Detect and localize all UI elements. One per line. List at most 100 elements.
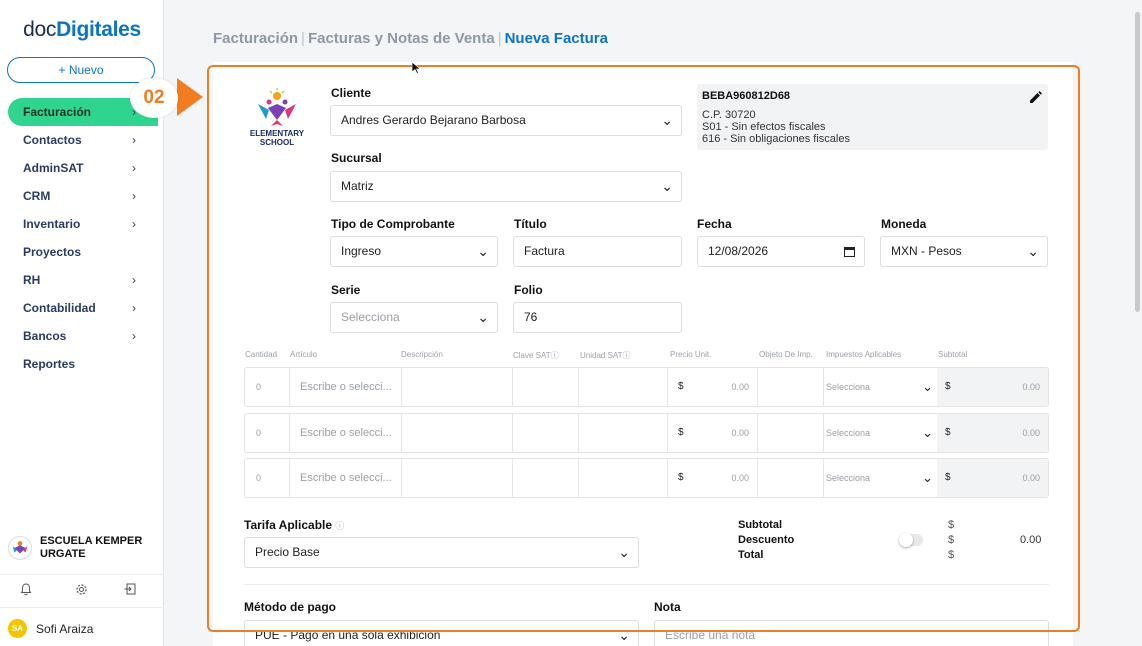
cantidad-input[interactable]: 0 — [245, 368, 290, 406]
precio-unit-input[interactable]: $0.00 — [668, 368, 758, 406]
column-header-text: Unidad SAT — [580, 351, 623, 360]
table-cell-input[interactable] — [758, 459, 824, 497]
table-cell-input[interactable] — [513, 414, 579, 452]
articulo-input[interactable]: Escribe o selecci... — [290, 459, 402, 497]
company-logo-icon — [8, 536, 32, 560]
chevron-right-icon: › — [132, 189, 136, 203]
column-header-art-culo: Artículo — [290, 350, 317, 359]
sidebar-item-adminsat[interactable]: AdminSAT › — [0, 154, 164, 182]
precio-unit-input[interactable]: $0.00 — [668, 414, 758, 452]
table-cell-input[interactable] — [758, 368, 824, 406]
app-logo[interactable]: docDigitales — [0, 18, 164, 42]
chevron-down-icon: ⌄ — [922, 425, 933, 440]
sidebar-item-proyectos[interactable]: Proyectos — [0, 238, 164, 266]
chevron-right-icon: › — [132, 133, 136, 147]
sucursal-select[interactable]: Matriz ⌄ — [330, 171, 682, 202]
sidebar-item-label: AdminSAT — [23, 161, 84, 175]
table-cell-input[interactable] — [402, 459, 513, 497]
tarifa-select[interactable]: Precio Base ⌄ — [244, 537, 639, 568]
table-cell-input[interactable] — [579, 414, 668, 452]
metodo-pago-label: Método de pago — [244, 600, 336, 614]
chevron-right-icon: › — [132, 161, 136, 175]
currency-symbol: $ — [945, 381, 951, 392]
moneda-select[interactable]: MXN - Pesos ⌄ — [880, 236, 1048, 267]
breadcrumb-facturacion[interactable]: Facturación — [213, 30, 298, 47]
gear-icon[interactable] — [75, 583, 88, 599]
metodo-pago-select[interactable]: PUE - Pago en una sola exhibición ⌄ — [244, 620, 639, 646]
sidebar-item-crm[interactable]: CRM › — [0, 182, 164, 210]
serie-label: Serie — [331, 283, 361, 297]
info-icon[interactable]: ⓘ — [623, 351, 631, 360]
sidebar-item-bancos[interactable]: Bancos › — [0, 322, 164, 350]
titulo-input[interactable]: Factura — [513, 236, 682, 267]
column-header-objeto-de-imp-: Objeto De Imp. — [759, 350, 813, 359]
serie-select[interactable]: Selecciona ⌄ — [330, 302, 498, 333]
tarifa-value: Precio Base — [255, 545, 320, 559]
nota-input[interactable]: Escribe una nota — [654, 620, 1049, 646]
cliente-select[interactable]: Andres Gerardo Bejarano Barbosa ⌄ — [330, 105, 682, 136]
currency-symbol: $ — [678, 472, 684, 483]
articulo-input[interactable]: Escribe o selecci... — [290, 368, 402, 406]
chevron-down-icon: ⌄ — [1027, 243, 1039, 259]
sidebar-item-inventario[interactable]: Inventario › — [0, 210, 164, 238]
subtotal-value: 0.00 — [1022, 473, 1040, 483]
cantidad-input[interactable]: 0 — [245, 459, 290, 497]
subtotal-cell: $0.00 — [937, 459, 1048, 497]
scrollbar-thumb[interactable] — [1135, 12, 1140, 312]
client-fiscal-info: BEBA960812D68 C.P. 30720 S01 - Sin efect… — [697, 84, 1048, 150]
logo-text-doc: doc — [23, 18, 57, 41]
folio-input[interactable]: 76 — [513, 302, 682, 333]
subtotal-cell: $0.00 — [937, 368, 1048, 406]
fecha-input[interactable]: 12/08/2026 — [697, 236, 865, 267]
info-icon[interactable]: ⓘ — [335, 521, 344, 531]
client-cp: C.P. 30720 — [702, 109, 756, 121]
info-icon[interactable]: ⓘ — [551, 351, 559, 360]
client-regimen-1: S01 - Sin efectos fiscales — [702, 121, 826, 133]
calendar-icon[interactable] — [844, 246, 855, 257]
cantidad-value: 0 — [256, 382, 262, 392]
table-cell-input[interactable] — [402, 368, 513, 406]
company-selector[interactable]: ESCUELA KEMPER URGATE — [8, 532, 158, 566]
user-profile[interactable]: SA Sofi Araiza — [8, 618, 158, 640]
chevron-down-icon: ⌄ — [618, 544, 630, 560]
table-cell-input[interactable] — [513, 368, 579, 406]
table-cell-input[interactable] — [758, 414, 824, 452]
breadcrumb-separator: | — [301, 30, 305, 47]
sidebar-item-contactos[interactable]: Contactos › — [0, 126, 164, 154]
sidebar-item-contabilidad[interactable]: Contabilidad › — [0, 294, 164, 322]
descuento-toggle[interactable] — [899, 533, 923, 547]
table-cell-input[interactable] — [579, 368, 668, 406]
new-button[interactable]: + Nuevo — [7, 57, 155, 83]
pencil-icon[interactable] — [1027, 90, 1043, 106]
sidebar-item-reportes[interactable]: Reportes — [0, 350, 164, 378]
sidebar-toolbar — [0, 574, 164, 608]
currency-symbol: $ — [945, 472, 951, 483]
table-cell-input[interactable] — [513, 459, 579, 497]
articulo-input[interactable]: Escribe o selecci... — [290, 414, 402, 452]
sidebar-nav: Facturación › Contactos › AdminSAT › CRM › Inven… — [0, 98, 164, 378]
sidebar-item-rh[interactable]: RH › — [0, 266, 164, 294]
cantidad-input[interactable]: 0 — [245, 414, 290, 452]
chevron-down-icon: ⌄ — [661, 178, 673, 194]
precio-value: 0.00 — [731, 382, 749, 392]
table-cell-input[interactable] — [579, 459, 668, 497]
tipo-select[interactable]: Ingreso ⌄ — [330, 236, 498, 267]
page-scrollbar[interactable] — [1133, 0, 1142, 646]
impuestos-select[interactable]: Selecciona ⌄ — [824, 414, 937, 452]
table-cell-input[interactable] — [402, 414, 513, 452]
impuestos-select[interactable]: Selecciona ⌄ — [824, 459, 937, 497]
fecha-label: Fecha — [697, 217, 732, 231]
company-name: ESCUELA KEMPER URGATE — [40, 535, 143, 560]
impuestos-placeholder: Selecciona — [826, 473, 871, 483]
bell-icon[interactable] — [20, 583, 32, 599]
breadcrumb-facturas[interactable]: Facturas y Notas de Venta — [308, 30, 495, 47]
logout-icon[interactable] — [124, 583, 136, 598]
precio-unit-input[interactable]: $0.00 — [668, 459, 758, 497]
currency-symbol: $ — [678, 381, 684, 392]
impuestos-select[interactable]: Selecciona ⌄ — [824, 368, 937, 406]
school-logo-icon: ELEMENTARY SCHOOL — [246, 88, 308, 150]
nota-placeholder: Escribe una nota — [665, 628, 756, 642]
column-header-text: Descripción — [401, 350, 443, 359]
chevron-down-icon: ⌄ — [477, 243, 489, 259]
table-row: 0 Escribe o selecci... $0.00 Selecciona ⌄ $0.… — [244, 458, 1049, 498]
